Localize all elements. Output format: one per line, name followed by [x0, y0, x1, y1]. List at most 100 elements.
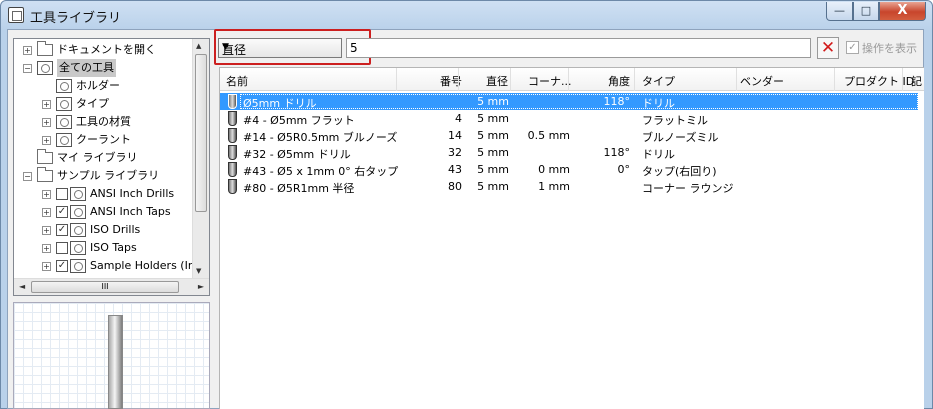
cell-type: ブルノーズミル	[642, 131, 719, 144]
cell-number: 43	[448, 163, 462, 176]
cell-angle: 118°	[603, 146, 631, 159]
library-icon	[70, 259, 86, 273]
tool-table: 名前 番号 直径 コーナ... 角度 タイプ ベンダー プロダクト ID 記 Ø5mm ドリル 5…	[219, 67, 924, 409]
app-icon	[8, 7, 24, 23]
library-tree[interactable]: + ドキュメントを開く − 全ての工具 ホルダー + タイプ + 工具の材質 + クーラント マイ ラ…	[13, 38, 210, 296]
tree-item-label: サンプル ライブラリ	[57, 169, 160, 182]
expand-icon[interactable]: +	[42, 136, 51, 145]
tree-item-label: ISO Drills	[90, 223, 141, 236]
tree-item-label: クーラント	[76, 133, 131, 146]
library-icon	[37, 61, 53, 75]
cell-diameter: 5 mm	[477, 180, 509, 193]
minimize-button[interactable]: —	[826, 2, 853, 21]
tree-item-label: ANSI Inch Taps	[90, 205, 171, 218]
column-separator[interactable]	[510, 68, 511, 91]
column-separator[interactable]	[736, 68, 737, 91]
header-col-notes[interactable]: 記	[911, 73, 922, 89]
tree-item-label: ISO Taps	[90, 241, 137, 254]
tree-horizontal-scrollbar[interactable]: ◄ III ►	[14, 278, 209, 295]
expand-icon[interactable]: +	[42, 100, 51, 109]
expand-icon[interactable]: +	[42, 118, 51, 127]
library-icon	[70, 187, 86, 201]
library-icon	[56, 133, 72, 147]
library-icon	[70, 223, 86, 237]
column-separator[interactable]	[634, 68, 635, 91]
table-row[interactable]: #14 - Ø5R0.5mm ブルノーズ 14 5 mm 0.5 mm ブルノーズミル	[220, 127, 918, 144]
header-col-name[interactable]: 名前	[226, 73, 248, 89]
column-separator[interactable]	[902, 68, 903, 91]
tool-icon	[228, 162, 237, 177]
tree-scroll-thumb[interactable]	[195, 54, 207, 212]
scroll-left-icon[interactable]: ◄	[19, 282, 25, 291]
clear-filter-button[interactable]: ✕	[817, 37, 839, 59]
tree-item-label: ホルダー	[76, 79, 120, 92]
checkbox-icon[interactable]	[56, 242, 68, 254]
show-operations-checkbox[interactable]: ✓	[846, 41, 859, 54]
cell-corner: 0.5 mm	[527, 129, 570, 142]
tool-icon	[228, 94, 237, 109]
header-col-diameter[interactable]: 直径	[486, 73, 508, 89]
cell-angle: 0°	[617, 163, 631, 176]
expand-icon[interactable]: +	[42, 262, 51, 271]
cell-name: #4 - Ø5mm フラット	[243, 114, 355, 127]
cell-corner: 1 mm	[538, 180, 570, 193]
tree-vertical-scrollbar[interactable]: ▲ ▼	[192, 39, 209, 278]
expand-icon[interactable]: +	[42, 190, 51, 199]
cell-type: コーナー ラウンジ	[642, 182, 734, 195]
column-separator[interactable]	[568, 68, 569, 91]
table-header: 名前 番号 直径 コーナ... 角度 タイプ ベンダー プロダクト ID 記	[220, 68, 924, 91]
column-separator[interactable]	[834, 68, 835, 91]
collapse-icon[interactable]: −	[23, 64, 32, 73]
scroll-up-icon[interactable]: ▲	[196, 42, 201, 50]
table-row[interactable]: #80 - Ø5R1mm 半径 80 5 mm 1 mm コーナー ラウンジ	[220, 178, 918, 195]
cell-type: フラットミル	[642, 114, 708, 127]
collapse-icon[interactable]: −	[23, 172, 32, 181]
expand-icon[interactable]: +	[23, 46, 32, 55]
expand-icon[interactable]: +	[42, 226, 51, 235]
open-folder-icon	[37, 41, 53, 56]
checkbox-icon[interactable]: ✓	[56, 224, 68, 236]
tool-icon	[228, 128, 237, 143]
tool-icon	[228, 145, 237, 160]
tree-hscroll-thumb[interactable]: III	[31, 281, 179, 293]
folder-icon	[37, 167, 53, 182]
column-separator[interactable]	[458, 68, 459, 91]
maximize-button[interactable]: □	[853, 2, 879, 21]
cell-name: #32 - Ø5mm ドリル	[243, 148, 351, 161]
scroll-down-icon[interactable]: ▼	[196, 267, 201, 275]
cell-type: ドリル	[642, 148, 675, 161]
checkbox-icon[interactable]	[56, 188, 68, 200]
close-button[interactable]: X	[879, 2, 926, 21]
tree-item-label: ドキュメントを開く	[57, 43, 156, 56]
cell-name: #80 - Ø5R1mm 半径	[243, 182, 355, 195]
filter-field-select[interactable]: 直径 ▼	[218, 38, 342, 58]
library-icon	[70, 241, 86, 255]
tool-icon	[228, 179, 237, 194]
checkbox-icon[interactable]: ✓	[56, 206, 68, 218]
cell-diameter: 5 mm	[477, 95, 509, 108]
window-title: 工具ライブラリ	[30, 11, 122, 26]
table-row[interactable]: #43 - Ø5 x 1mm 0° 右タップ 43 5 mm 0 mm 0° タップ(右回…	[220, 161, 918, 178]
title-bar[interactable]: 工具ライブラリ — □ X	[1, 1, 932, 29]
cell-diameter: 5 mm	[477, 112, 509, 125]
header-col-vendor[interactable]: ベンダー	[740, 73, 784, 89]
header-col-angle[interactable]: 角度	[608, 73, 630, 89]
expand-icon[interactable]: +	[42, 244, 51, 253]
scroll-right-icon[interactable]: ►	[198, 282, 204, 291]
column-separator[interactable]	[396, 68, 397, 91]
header-col-type[interactable]: タイプ	[642, 73, 675, 89]
tree-item-label: 工具の材質	[76, 115, 131, 128]
table-row[interactable]: Ø5mm ドリル 5 mm 118° ドリル	[220, 93, 918, 110]
library-icon	[70, 205, 86, 219]
cell-angle: 118°	[603, 95, 631, 108]
cell-type: タップ(右回り)	[642, 165, 717, 178]
table-row[interactable]: #32 - Ø5mm ドリル 32 5 mm 118° ドリル	[220, 144, 918, 161]
table-row[interactable]: #4 - Ø5mm フラット 4 5 mm フラットミル	[220, 110, 918, 127]
header-col-product-id[interactable]: プロダクト ID	[844, 73, 914, 89]
checkbox-icon[interactable]: ✓	[56, 260, 68, 272]
filter-value-input[interactable]: 5	[346, 38, 811, 58]
show-operations-label: 操作を表示	[862, 42, 917, 55]
cell-diameter: 5 mm	[477, 146, 509, 159]
header-col-corner[interactable]: コーナ...	[528, 73, 572, 89]
expand-icon[interactable]: +	[42, 208, 51, 217]
